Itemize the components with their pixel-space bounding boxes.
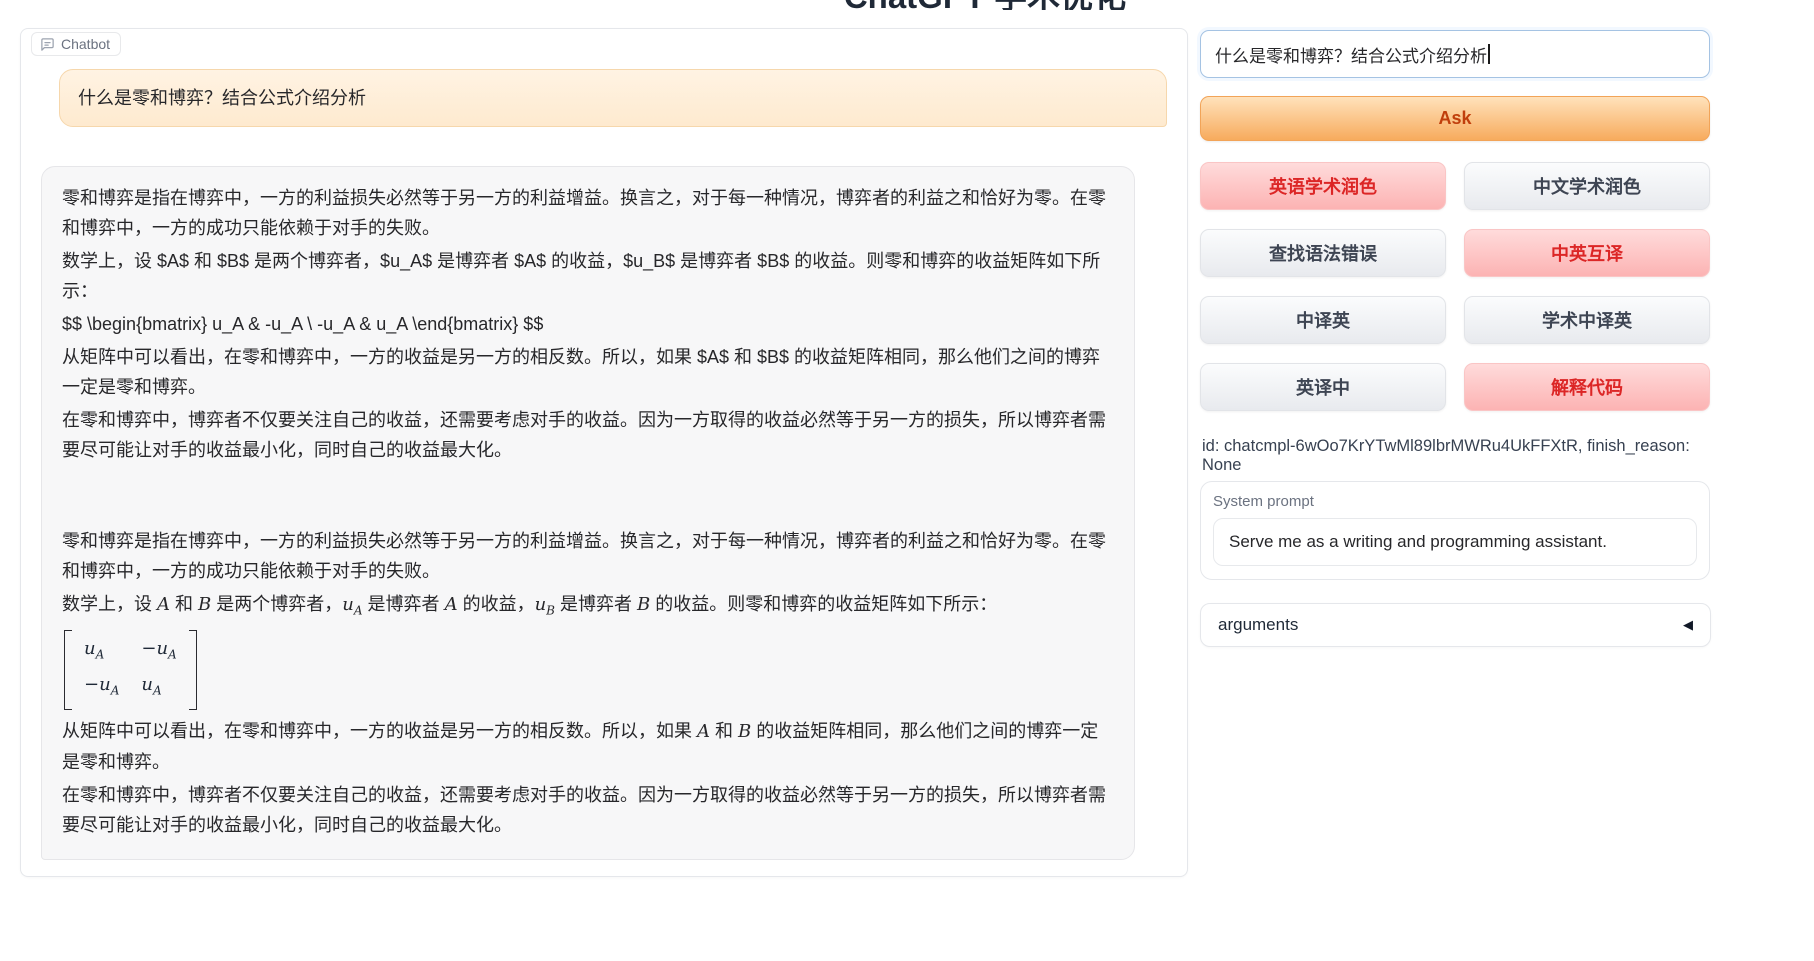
- bot-message-bubble: 零和博弈是指在博弈中，一方的利益损失必然等于另一方的利益增益。换言之，对于每一种…: [41, 166, 1135, 860]
- bot-paragraph-latex-source: $$ \begin{bmatrix} u_A & -u_A \ -u_A & u…: [62, 309, 1114, 339]
- quick-button-2[interactable]: 中文学术润色: [1464, 162, 1710, 210]
- matrix-cell: uA: [141, 670, 176, 706]
- system-prompt-label: System prompt: [1213, 493, 1697, 510]
- system-prompt-value: Serve me as a writing and programming as…: [1229, 532, 1607, 552]
- bot-paragraph-with-math: 数学上，设 A 和 B 是两个博弈者，uA 是博弈者 A 的收益，uB 是博弈者…: [62, 589, 1114, 626]
- payoff-matrix-formula: uA−uA−uAuA: [64, 630, 197, 710]
- quick-actions-grid: 英语学术润色中文学术润色查找语法错误中英互译中译英学术中译英英译中解释代码: [1200, 162, 1710, 411]
- bot-paragraph: 零和博弈是指在博弈中，一方的利益损失必然等于另一方的利益增益。换言之，对于每一种…: [62, 526, 1114, 586]
- matrix-cell: −uA: [84, 670, 119, 706]
- arguments-accordion[interactable]: arguments ◀: [1200, 603, 1711, 647]
- matrix-cell: −uA: [141, 634, 176, 670]
- message-section-gap: [62, 468, 1114, 526]
- status-line: id: chatcmpl-6wOo7KrYTwMl89lbrMWRu4UkFFX…: [1202, 437, 1710, 475]
- quick-button-6[interactable]: 学术中译英: [1464, 296, 1710, 344]
- user-message-bubble: 什么是零和博弈？结合公式介绍分析: [59, 69, 1167, 127]
- ask-button[interactable]: Ask: [1200, 96, 1710, 141]
- prompt-input[interactable]: 什么是零和博弈？结合公式介绍分析: [1200, 30, 1710, 78]
- bot-paragraph: 在零和博弈中，博弈者不仅要关注自己的收益，还需要考虑对手的收益。因为一方取得的收…: [62, 780, 1114, 840]
- chat-message-list: 什么是零和博弈？结合公式介绍分析 零和博弈是指在博弈中，一方的利益损失必然等于另…: [21, 29, 1187, 876]
- bot-paragraph: 在零和博弈中，博弈者不仅要关注自己的收益，还需要考虑对手的收益。因为一方取得的收…: [62, 405, 1114, 465]
- system-prompt-input[interactable]: Serve me as a writing and programming as…: [1213, 518, 1697, 566]
- bot-paragraph-with-math: 从矩阵中可以看出，在零和博弈中，一方的收益是另一方的相反数。所以，如果 A 和 …: [62, 716, 1114, 777]
- prompt-input-value: 什么是零和博弈？结合公式介绍分析: [1215, 42, 1487, 67]
- matrix-cells: uA−uA−uAuA: [72, 630, 189, 710]
- bot-paragraph: 从矩阵中可以看出，在零和博弈中，一方的收益是另一方的相反数。所以，如果 $A$ …: [62, 342, 1114, 402]
- page-title-partial: ChatGPT 学术优化: [820, 0, 1150, 10]
- app: ChatGPT 学术优化 Chatbot 什么是零和博弈？结合公式介绍分析 零和…: [0, 0, 1814, 961]
- chatbot-panel: Chatbot 什么是零和博弈？结合公式介绍分析 零和博弈是指在博弈中，一方的利…: [20, 28, 1188, 877]
- system-prompt-panel: System prompt Serve me as a writing and …: [1200, 481, 1710, 580]
- quick-button-8[interactable]: 解释代码: [1464, 363, 1710, 411]
- accordion-label: arguments: [1218, 615, 1298, 635]
- quick-button-7[interactable]: 英译中: [1200, 363, 1446, 411]
- text-cursor: [1488, 44, 1490, 64]
- collapse-triangle-icon: ◀: [1683, 617, 1693, 633]
- bot-paragraph: 零和博弈是指在博弈中，一方的利益损失必然等于另一方的利益增益。换言之，对于每一种…: [62, 183, 1114, 243]
- quick-button-5[interactable]: 中译英: [1200, 296, 1446, 344]
- page-title-clip: ChatGPT 学术优化: [820, 0, 1150, 10]
- matrix-left-bracket: [64, 630, 72, 710]
- quick-button-1[interactable]: 英语学术润色: [1200, 162, 1446, 210]
- user-message-text: 什么是零和博弈？结合公式介绍分析: [78, 88, 366, 108]
- quick-button-3[interactable]: 查找语法错误: [1200, 229, 1446, 277]
- matrix-cell: uA: [84, 634, 119, 670]
- bot-paragraph: 数学上，设 $A$ 和 $B$ 是两个博弈者，$u_A$ 是博弈者 $A$ 的收…: [62, 246, 1114, 306]
- matrix-right-bracket: [189, 630, 197, 710]
- quick-button-4[interactable]: 中英互译: [1464, 229, 1710, 277]
